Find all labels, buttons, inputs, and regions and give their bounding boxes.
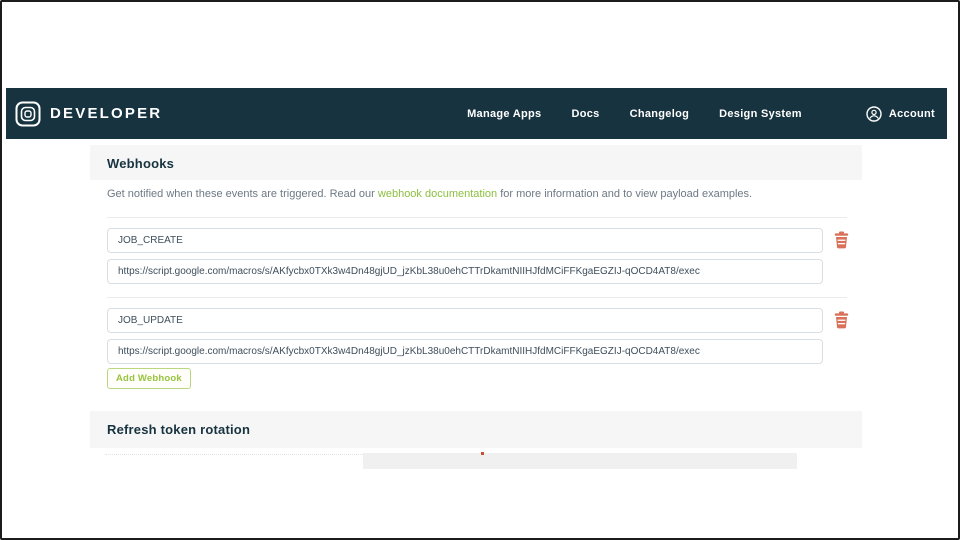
nav-item-manage-apps[interactable]: Manage Apps <box>467 108 541 120</box>
cutoff-content-block <box>363 453 797 469</box>
webhook-url-input-1[interactable] <box>107 259 823 284</box>
nav-item-design-system[interactable]: Design System <box>719 108 802 120</box>
delete-webhook-button-1[interactable] <box>832 231 850 251</box>
account-label: Account <box>889 108 935 120</box>
trash-icon <box>834 311 849 329</box>
top-navigation-bar: DEVELOPER Manage Apps Docs Changelog Des… <box>6 88 947 139</box>
app-window: DEVELOPER Manage Apps Docs Changelog Des… <box>0 0 960 540</box>
description-text-prefix: Get notified when these events are trigg… <box>107 188 378 200</box>
webhooks-section-title: Webhooks <box>90 145 862 171</box>
webhook-event-input-1[interactable] <box>107 228 823 253</box>
delete-webhook-button-2[interactable] <box>832 311 850 331</box>
trash-icon <box>834 231 849 249</box>
account-icon <box>866 106 882 122</box>
account-menu[interactable]: Account <box>866 106 935 122</box>
nav-item-changelog[interactable]: Changelog <box>630 108 690 120</box>
brand-logo[interactable]: DEVELOPER <box>15 101 162 127</box>
main-nav: Manage Apps Docs Changelog Design System <box>467 108 802 120</box>
webhooks-section-header: Webhooks <box>90 145 862 180</box>
refresh-token-section-title: Refresh token rotation <box>90 411 862 437</box>
add-webhook-button[interactable]: Add Webhook <box>107 368 191 389</box>
required-marker-dot <box>481 452 484 455</box>
developer-logo-icon <box>15 101 41 127</box>
webhook-event-input-2[interactable] <box>107 308 823 333</box>
nav-item-docs[interactable]: Docs <box>571 108 599 120</box>
brand-name: DEVELOPER <box>50 105 162 122</box>
webhooks-description: Get notified when these events are trigg… <box>107 188 752 200</box>
divider <box>107 217 847 218</box>
description-text-suffix: for more information and to view payload… <box>497 188 752 200</box>
webhook-url-input-2[interactable] <box>107 339 823 364</box>
webhook-documentation-link[interactable]: webhook documentation <box>378 188 497 200</box>
refresh-token-section-header: Refresh token rotation <box>90 411 862 448</box>
divider <box>107 297 847 298</box>
